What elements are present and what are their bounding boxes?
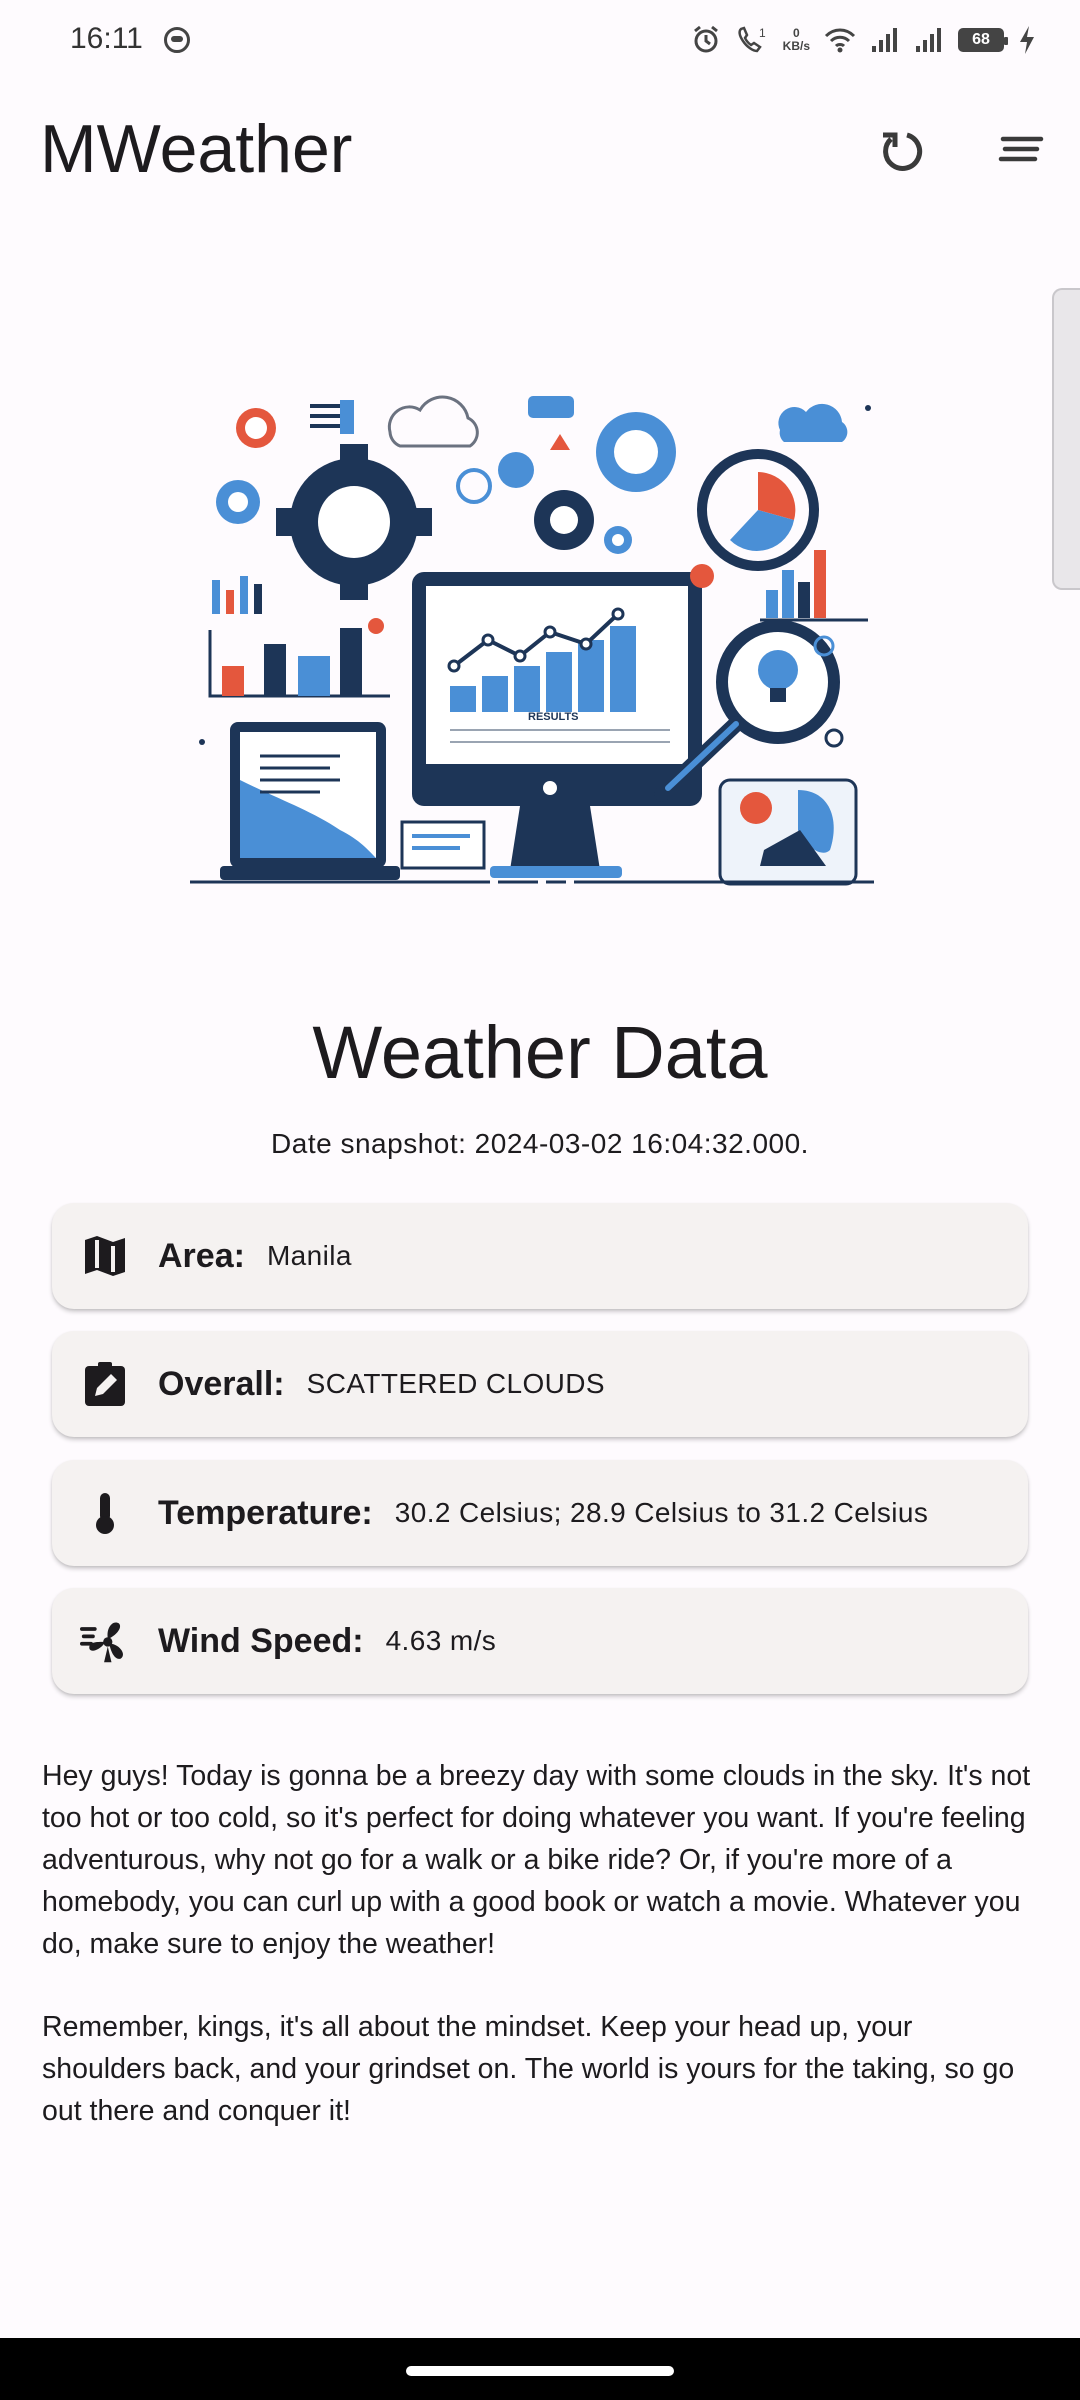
date-snapshot: Date snapshot: 2024-03-02 16:04:32.000. (271, 1128, 809, 1159)
wind-speed-value: 4.63 m/s (385, 1625, 497, 1656)
wifi-call-icon: 1 (738, 26, 766, 53)
charging-icon (1020, 26, 1034, 54)
refresh-icon (883, 132, 923, 171)
wind-fan-icon (80, 1616, 130, 1666)
description-paragraph-1: Hey guys! Today is gonna be a breezy day… (42, 1760, 1031, 1960)
weather-section-title: Weather Data (312, 1011, 768, 1094)
area-card: Area: Manila (52, 1203, 1028, 1309)
thermometer-icon (80, 1488, 130, 1538)
notification-icon (164, 27, 190, 53)
svg-text:1: 1 (759, 26, 766, 40)
signal-icon-2 (916, 28, 941, 52)
hero-illustration: RESULTS (190, 395, 880, 886)
menu-icon (998, 136, 1044, 162)
alarm-icon (693, 25, 718, 53)
hero-results-label: RESULTS (528, 711, 579, 723)
signal-icon (872, 28, 897, 52)
overall-label: Overall: (158, 1364, 285, 1403)
home-gesture-handle[interactable] (406, 2366, 674, 2376)
wifi-icon (824, 28, 856, 53)
clipboard-edit-icon (80, 1359, 130, 1409)
overall-value: SCATTERED CLOUDS (306, 1368, 605, 1399)
net-speed: 0 KB/s (783, 27, 810, 53)
area-label: Area: (158, 1236, 245, 1275)
net-speed-unit: KB/s (782, 39, 810, 53)
temperature-card: Temperature: 30.2 Celsius; 28.9 Celsius … (52, 1460, 1028, 1566)
status-time: 16:11 (70, 22, 143, 55)
app-title: MWeather (40, 111, 353, 187)
wind-speed-card: Wind Speed: 4.63 m/s (52, 1588, 1028, 1694)
battery-icon: 68 (958, 28, 1008, 52)
status-icons: 1 0 KB/s 68 (691, 20, 1036, 60)
wind-speed-label: Wind Speed: (158, 1621, 364, 1660)
area-value: Manila (266, 1240, 352, 1271)
temperature-label: Temperature: (158, 1493, 373, 1532)
overall-card: Overall: SCATTERED CLOUDS (52, 1331, 1028, 1437)
scrollbar-thumb[interactable] (1052, 288, 1080, 590)
menu-button[interactable] (988, 118, 1054, 184)
temperature-value: 30.2 Celsius; 28.9 Celsius to 31.2 Celsi… (394, 1497, 929, 1528)
description-paragraph-2: Remember, kings, it's all about the mind… (42, 2011, 1015, 2127)
status-bar: 16:11 1 0 KB/s 68 (0, 0, 1080, 84)
map-icon (80, 1231, 130, 1281)
refresh-button[interactable] (868, 118, 934, 184)
